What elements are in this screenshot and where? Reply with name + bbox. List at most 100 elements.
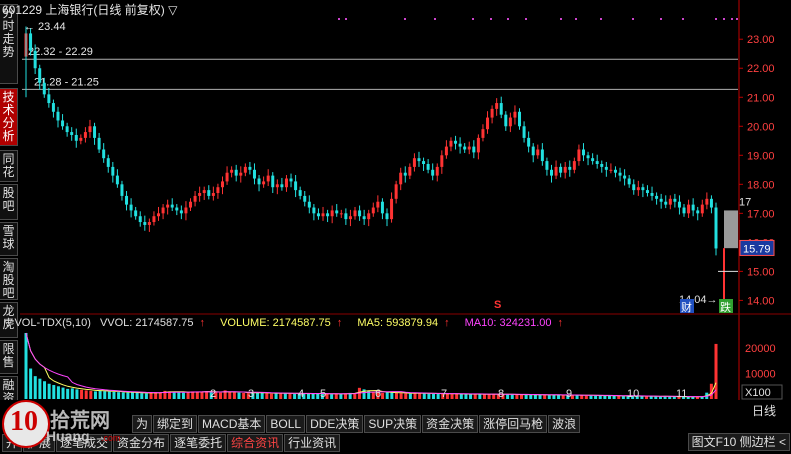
candle-33 [175, 204, 179, 216]
month-label-11: 11 [676, 388, 687, 400]
volume-bar-45 [232, 392, 236, 399]
volume-bar-56 [283, 393, 287, 399]
volume-bar-112 [543, 394, 547, 399]
side-tab-5[interactable]: 淘股吧 [0, 258, 18, 300]
volume-bar-137 [658, 396, 662, 399]
volume-bar-26 [144, 393, 148, 399]
volume-indicator-name: VOL-TDX(5,10) [14, 317, 91, 329]
volume-bar-1 [29, 368, 33, 399]
volume-bar-106 [515, 394, 519, 399]
side-tab-3[interactable]: 股吧 [0, 184, 18, 220]
gap-label-1: 22.32 - 22.29 [28, 46, 93, 58]
volume-bar-4 [43, 381, 47, 399]
info-tab-4[interactable]: 逐笔委托 [170, 434, 227, 452]
candle-46 [234, 164, 238, 182]
candle-16 [97, 132, 101, 153]
candle-50 [252, 163, 256, 185]
candle-51 [257, 175, 261, 192]
candle-151 [714, 202, 718, 256]
volume-bar-50 [256, 392, 260, 399]
candle-62 [307, 195, 311, 214]
volume-bar-33 [177, 392, 181, 399]
indicator-tab-3[interactable]: BOLL [266, 415, 306, 433]
indicator-tab-2[interactable]: MACD基本 [198, 415, 266, 433]
volume-bar-109 [529, 394, 533, 399]
left-tab-strip: 分时走势技术分析同花股吧雪球淘股吧龙虎限售融资 [0, 0, 19, 405]
candle-132 [627, 175, 631, 188]
candle-138 [655, 192, 659, 205]
candle-29 [157, 206, 161, 221]
candle-52 [262, 176, 266, 188]
logo-number: 10 [10, 406, 38, 437]
volume-bar-111 [538, 394, 542, 399]
top-marker-5 [490, 18, 492, 20]
candle-56 [280, 177, 284, 191]
candle-6 [51, 99, 55, 118]
price-axis-label-3: 20.00 [747, 121, 775, 133]
candle-121 [577, 144, 581, 166]
info-tab-6[interactable]: 行业资讯 [284, 434, 341, 452]
sell-marker: S [494, 299, 501, 311]
volume-bar-67 [334, 393, 338, 399]
indicator-tab-1[interactable]: 绑定到 [153, 415, 198, 433]
candle-85 [412, 153, 416, 172]
candle-101 [486, 111, 490, 134]
side-tab-7[interactable]: 限售 [0, 340, 18, 374]
volume-bar-53 [269, 393, 273, 399]
f10-sidebar-tab[interactable]: 图文F10 侧边栏 < [687, 433, 790, 451]
candle-45 [230, 166, 234, 178]
candle-30 [161, 204, 165, 220]
indicator-tab-7[interactable]: 涨停回马枪 [479, 415, 548, 433]
candle-48 [243, 163, 247, 177]
candle-106 [508, 112, 512, 133]
volume-bar-129 [621, 396, 625, 399]
candle-66 [326, 209, 330, 223]
indicator-tab-5[interactable]: SUP决策 [364, 415, 422, 433]
candle-26 [143, 215, 147, 231]
candle-97 [467, 141, 471, 155]
candle-63 [312, 204, 316, 221]
header-toggle-icon[interactable]: ▽ [168, 3, 177, 17]
indicator-tab-row: 为绑定到 MACD基本 BOLL DDE决策 SUP决策 资金决策 涨停回马枪 波浪 [132, 415, 581, 433]
price-axis-label-6: 17.00 [747, 208, 775, 220]
candle-124 [591, 153, 595, 165]
indicator-tab-6[interactable]: 资金决策 [422, 415, 479, 433]
candle-60 [298, 186, 302, 200]
indicator-tab-4[interactable]: DDE决策 [306, 415, 364, 433]
candle-70 [344, 208, 348, 225]
volume-bar-47 [242, 392, 246, 399]
volume-bar-123 [594, 395, 598, 399]
candle-23 [129, 198, 133, 218]
side-tab-1[interactable]: 技术分析 [0, 88, 18, 146]
volume-bar-108 [524, 394, 528, 399]
price-chart[interactable]: 23.0022.0021.0020.0019.0018.0017.0016.00… [20, 0, 791, 315]
candle-9 [65, 122, 69, 137]
candle-131 [623, 169, 627, 186]
volume-toggle-icon[interactable]: ▽ [4, 317, 12, 329]
candle-12 [79, 134, 83, 145]
month-label-9: 9 [566, 388, 572, 400]
candle-112 [536, 144, 540, 159]
candle-93 [449, 137, 453, 152]
indicator-tab-8[interactable]: 波浪 [548, 415, 581, 433]
volume-bar-61 [306, 393, 310, 399]
candle-110 [527, 131, 531, 153]
volume-bar-121 [584, 395, 588, 399]
candle-107 [513, 105, 517, 125]
volume-bar-42 [218, 392, 222, 399]
candle-43 [220, 176, 224, 195]
info-tab-5[interactable]: 综合资讯 [227, 434, 284, 452]
candle-55 [275, 179, 279, 195]
volume-bar-95 [464, 394, 468, 399]
ma5-value: MA5: 593879.94 ↑ [357, 317, 450, 329]
candle-114 [545, 157, 549, 176]
side-tab-2[interactable]: 同花 [0, 150, 18, 182]
period-label[interactable]: 日线 [752, 402, 776, 419]
volume-bar-37 [195, 391, 199, 399]
logo-english: Huang [46, 428, 90, 444]
candle-15 [93, 122, 97, 145]
volume-bar-2 [33, 376, 37, 399]
candle-133 [632, 179, 636, 195]
volume-bar-82 [404, 393, 408, 399]
side-tab-4[interactable]: 雪球 [0, 222, 18, 256]
